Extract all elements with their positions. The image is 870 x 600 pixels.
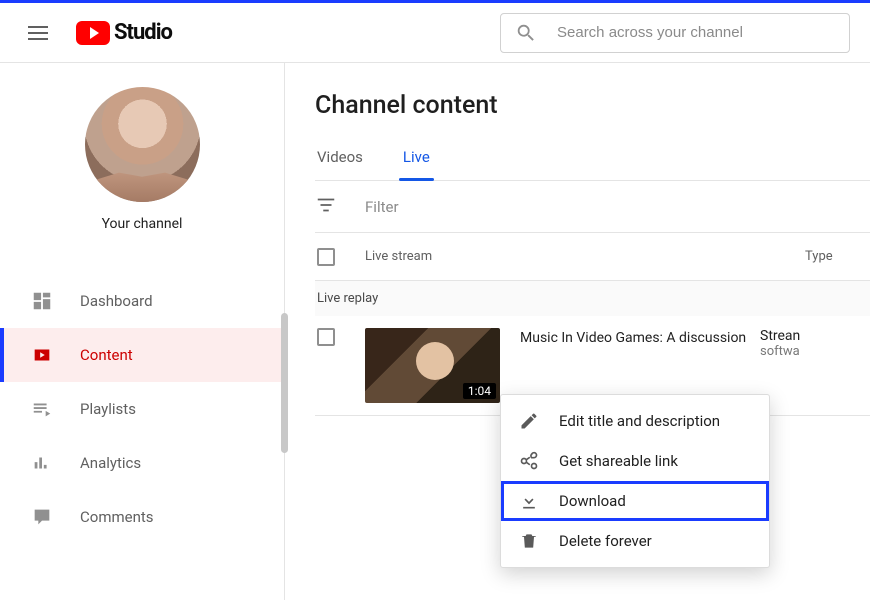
dashboard-icon: [30, 289, 54, 313]
sidebar-item-label: Analytics: [80, 454, 141, 472]
search-input[interactable]: [557, 24, 835, 41]
page-title: Channel content: [315, 91, 870, 120]
column-header-type[interactable]: Type: [805, 249, 870, 264]
youtube-play-icon: [76, 21, 110, 45]
share-icon: [519, 451, 539, 471]
sidebar-item-label: Dashboard: [80, 292, 153, 310]
select-all-checkbox[interactable]: [317, 248, 335, 266]
download-icon: [519, 491, 539, 511]
sidebar-item-label: Comments: [80, 508, 154, 526]
comments-icon: [30, 505, 54, 529]
video-duration: 1:04: [463, 383, 496, 399]
sidebar-item-label: Content: [80, 346, 133, 364]
ctx-share[interactable]: Get shareable link: [501, 441, 769, 481]
ctx-item-label: Download: [559, 492, 626, 510]
menu-icon[interactable]: [28, 21, 52, 45]
sidebar-item-playlists[interactable]: Playlists: [0, 382, 284, 436]
video-type: Strean softwa: [760, 328, 825, 359]
app-header: Studio: [0, 3, 870, 63]
avatar-label: Your channel: [0, 216, 284, 232]
logo-text: Studio: [114, 20, 172, 45]
analytics-icon: [30, 451, 54, 475]
tab-live[interactable]: Live: [401, 148, 432, 180]
tab-videos[interactable]: Videos: [315, 148, 365, 180]
ctx-delete[interactable]: Delete forever: [501, 521, 769, 561]
video-thumbnail[interactable]: 1:04: [365, 328, 500, 403]
studio-logo[interactable]: Studio: [76, 20, 172, 45]
ctx-download[interactable]: Download: [501, 481, 769, 521]
search-icon: [515, 22, 537, 44]
filter-icon: [315, 194, 337, 220]
search-box[interactable]: [500, 13, 850, 53]
sidebar-item-analytics[interactable]: Analytics: [0, 436, 284, 490]
ctx-item-label: Edit title and description: [559, 412, 720, 430]
sidebar-item-label: Playlists: [80, 400, 136, 418]
playlists-icon: [30, 397, 54, 421]
row-checkbox[interactable]: [317, 328, 335, 346]
content-icon: [30, 343, 54, 367]
scrollbar-thumb[interactable]: [281, 313, 288, 453]
sidebar-item-dashboard[interactable]: Dashboard: [0, 274, 284, 328]
ctx-item-label: Get shareable link: [559, 452, 678, 470]
video-title[interactable]: Music In Video Games: A discussion: [500, 328, 760, 346]
pencil-icon: [519, 411, 539, 431]
list-header: Live stream Type: [315, 233, 870, 281]
column-header-title[interactable]: Live stream: [365, 249, 805, 264]
sidebar-item-comments[interactable]: Comments: [0, 490, 284, 544]
trash-icon: [519, 531, 539, 551]
ctx-edit[interactable]: Edit title and description: [501, 401, 769, 441]
sidebar: Your channel Dashboard Content Playlists: [0, 63, 285, 600]
ctx-item-label: Delete forever: [559, 532, 652, 550]
filter-label: Filter: [365, 198, 399, 216]
content-tabs: Videos Live: [315, 148, 870, 181]
filter-bar[interactable]: Filter: [315, 181, 870, 233]
sidebar-item-content[interactable]: Content: [0, 328, 284, 382]
section-label: Live replay: [315, 281, 870, 316]
avatar[interactable]: [85, 87, 200, 202]
sidebar-nav: Dashboard Content Playlists Analytics: [0, 274, 284, 544]
context-menu: Edit title and description Get shareable…: [500, 394, 770, 568]
